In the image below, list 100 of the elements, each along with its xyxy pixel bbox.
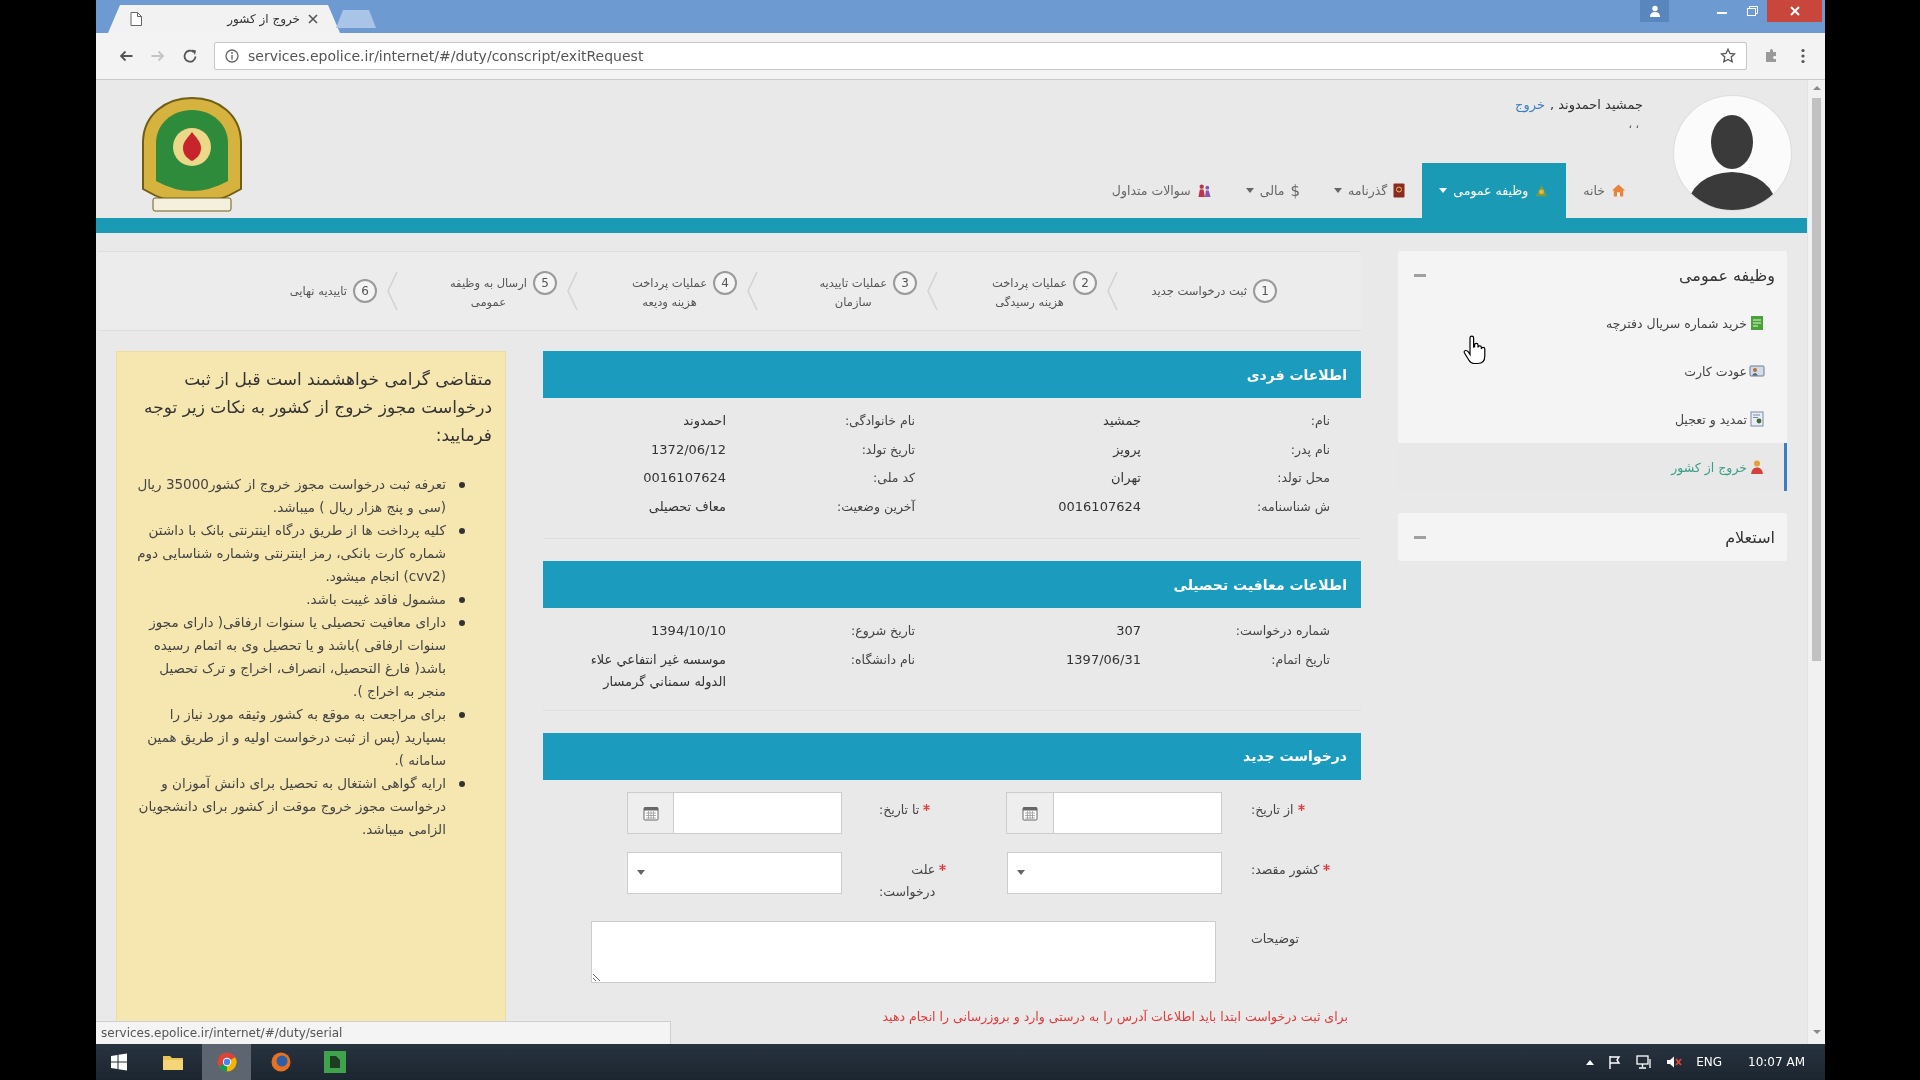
- step-number: 1: [1253, 279, 1277, 303]
- field-label: نام دانشگاه:: [849, 650, 915, 669]
- browser-icon: [216, 1052, 237, 1072]
- section-header: اطلاعات فردی: [543, 351, 1361, 398]
- status-url: services.epolice.ir/internet/#/duty/serial: [96, 1021, 671, 1044]
- panel-title: استعلام: [1725, 527, 1775, 547]
- field-value: جمشید: [1102, 412, 1141, 430]
- form-warning: برای ثبت درخواست ابتدا باید اطلاعات آدرس را به درستی وارد و بروزرسانی را انجام دهید: [881, 1007, 1349, 1024]
- bullet-icon: [459, 528, 465, 534]
- step-label: عملیات پرداخت هزینه رسیدگی: [991, 274, 1067, 311]
- notice-item: مشمول فاقد غیبت باشد.: [306, 590, 446, 610]
- sidebar-item[interactable]: تمدید و تعجیل: [1398, 395, 1787, 443]
- field-label: توضیحات: [1251, 929, 1299, 949]
- chevron-icon: [566, 271, 578, 311]
- clock[interactable]: 10:07 AM: [1748, 1055, 1805, 1069]
- close-icon: [1789, 6, 1800, 16]
- form-icon: [1749, 411, 1765, 427]
- emblem-icon: [1534, 183, 1550, 198]
- bookmark-star-icon[interactable]: [1720, 48, 1736, 64]
- reload-button[interactable]: [182, 48, 198, 64]
- field-label: تاریخ تولد:: [860, 440, 915, 460]
- person-icon: [1648, 5, 1661, 17]
- field-value: تهران: [1110, 469, 1141, 487]
- calendar-icon: [1022, 804, 1038, 821]
- caret-up-icon[interactable]: [1586, 1059, 1595, 1065]
- calendar-button[interactable]: [1006, 791, 1053, 834]
- scrollbar[interactable]: [1807, 80, 1825, 1044]
- field-label: محل تولد:: [1276, 469, 1330, 488]
- info-icon[interactable]: [225, 49, 239, 63]
- step-label: ثبت درخواست جدید: [1151, 283, 1247, 300]
- step-number: 4: [713, 270, 737, 295]
- field-value: احمدوند: [682, 412, 726, 431]
- close-button[interactable]: [1767, 0, 1822, 22]
- field-value: موسسه غير انتفاعي علاء الدوله سمناني گرمسار: [589, 650, 726, 692]
- field-value: 1397/06/31: [1065, 650, 1141, 669]
- extension-icon[interactable]: [1763, 48, 1779, 64]
- menu-button[interactable]: [1801, 48, 1805, 64]
- field-value: معاف تحصیلی: [647, 497, 726, 516]
- nav-item[interactable]: سوالات متداول: [1094, 163, 1229, 218]
- field-label: تاریخ شروع:: [850, 622, 915, 641]
- language-indicator[interactable]: ENG: [1696, 1055, 1723, 1069]
- field-label: تاریخ اتمام:: [1270, 650, 1330, 670]
- nav-item[interactable]: $ مالی: [1228, 163, 1318, 218]
- select-field[interactable]: [1007, 851, 1222, 894]
- browser-tab[interactable]: خروج از کشور: [108, 5, 340, 33]
- minus-icon[interactable]: [1414, 273, 1426, 277]
- step-number: 3: [893, 270, 917, 295]
- nav-item[interactable]: خانه: [1566, 163, 1643, 218]
- field-value: پرویز: [1111, 440, 1141, 460]
- step-number: 2: [1073, 270, 1097, 295]
- select-field[interactable]: [627, 851, 842, 894]
- profile-button[interactable]: [1640, 0, 1669, 22]
- back-button[interactable]: [118, 48, 134, 64]
- nav-item[interactable]: گذرنامه: [1317, 163, 1423, 218]
- sidebar-item[interactable]: عودت کارت: [1398, 347, 1787, 395]
- step-number: 5: [533, 270, 557, 295]
- book-icon: [1393, 183, 1406, 198]
- calendar-icon: [642, 804, 659, 821]
- step-label: عملیات تاییدیه سازمان: [819, 274, 887, 311]
- notice-item: ارایه گواهی اشتغال به تحصیل برای دانش آموزان و درخواست مجوز خروج موقت از کشور برای دانشجویان الزامی میباشد.: [137, 774, 446, 840]
- step-number: 6: [353, 279, 377, 303]
- section-header: درخواست جدید: [543, 732, 1361, 780]
- tile-icon: [323, 1051, 346, 1073]
- id-card-icon: [1749, 363, 1765, 379]
- date-field[interactable]: [1053, 791, 1222, 834]
- chevron-icon: [1106, 271, 1118, 311]
- document-icon: [1749, 315, 1765, 331]
- notice-item: تعرفه ثبت درخواست مجوز خروج از کشور35000 ریال (سی و پنج هزار ریال ) میباشد.: [136, 475, 446, 518]
- logout-link[interactable]: خروج: [1515, 97, 1545, 112]
- calendar-button[interactable]: [627, 791, 673, 834]
- field-label: نام خانوادگی:: [843, 412, 915, 431]
- field-value: 307: [1115, 622, 1141, 640]
- chevron-icon: [386, 271, 398, 311]
- field-label: آخرین وضعیت:: [836, 497, 915, 517]
- date-field[interactable]: [673, 791, 842, 834]
- speaker-muted-icon[interactable]: [1666, 1055, 1683, 1069]
- field-label: کد ملی:: [872, 469, 915, 487]
- minus-icon[interactable]: [1414, 535, 1426, 539]
- sidebar-item[interactable]: خرید شماره سریال دفترچه: [1398, 299, 1787, 347]
- scrollbar-thumb[interactable]: [1812, 98, 1821, 661]
- field-value: 1372/06/12: [650, 440, 726, 459]
- field-label: کشور مقصد:: [1251, 860, 1320, 880]
- address-bar[interactable]: services.epolice.ir/internet/#/duty/conscript/exitRequest: [214, 42, 1747, 70]
- notice-item: برای مراجعت به موقع به کشور وثیقه مورد نیاز را بسپارید (پس از ثبت درخواست اولیه و از طریق همین سامانه ).: [146, 705, 446, 770]
- chevron-icon: [746, 271, 758, 311]
- globe-icon: [270, 1052, 291, 1072]
- field-value: 0016107624: [642, 469, 726, 487]
- field-label: ش شناسنامه:: [1256, 497, 1330, 517]
- person-icon: [1749, 459, 1765, 475]
- bullet-icon: [459, 620, 465, 626]
- description-field[interactable]: [591, 920, 1216, 983]
- start-button[interactable]: [110, 1053, 128, 1071]
- caret-icon: [1017, 870, 1025, 875]
- folder-icon: [161, 1053, 184, 1071]
- house-icon: [1611, 183, 1626, 198]
- notice-item: کلیه پرداخت ها از طریق درگاه اینترنتی بانک با داشتن شماره کارت بانکی، رمز اینترنتی وشماره شناسایی دوم (cvv2) انجام میشود.: [136, 521, 446, 587]
- user-name: جمشید احمدوند ,: [1550, 97, 1643, 112]
- network-icon[interactable]: [1636, 1055, 1653, 1069]
- close-icon[interactable]: [308, 14, 318, 24]
- flag-icon[interactable]: [1608, 1055, 1623, 1069]
